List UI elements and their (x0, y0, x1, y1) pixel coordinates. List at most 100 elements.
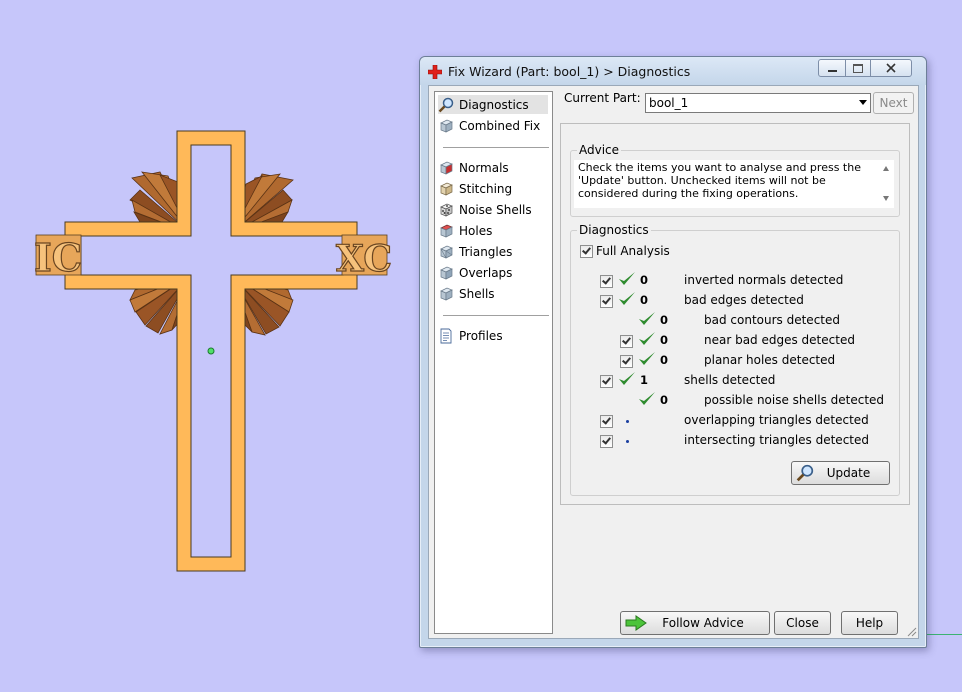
nav-item-label: Combined Fix (459, 118, 541, 133)
row-label: shells detected (684, 373, 776, 387)
row-label: bad edges detected (684, 293, 804, 307)
right-lettering-block: XC (335, 234, 393, 281)
row-label: near bad edges detected (704, 333, 855, 347)
row-checkbox[interactable] (600, 415, 613, 428)
row-checkbox[interactable] (600, 275, 613, 288)
nav-item-shells[interactable]: Shells (438, 284, 548, 303)
row-checkbox[interactable] (620, 355, 633, 368)
nav-item-label: Diagnostics (459, 97, 529, 112)
nav-item-label: Noise Shells (459, 202, 532, 217)
close-window-button[interactable] (870, 59, 912, 77)
diagnostics-panel: Advice Check the items you want to analy… (560, 123, 910, 505)
nav-item-stitching[interactable]: Stitching (438, 179, 548, 198)
axis-line (926, 634, 962, 635)
next-button[interactable]: Next (873, 92, 914, 114)
row-count: 0 (660, 333, 669, 347)
check-icon (639, 392, 655, 405)
help-button-label: Help (855, 616, 884, 630)
current-part-value: bool_1 (649, 96, 689, 110)
nav-item-normals[interactable]: Normals (438, 158, 548, 177)
svg-text:XC: XC (336, 238, 392, 280)
normals-cube-icon (440, 161, 453, 175)
row-label: possible noise shells detected (704, 393, 885, 407)
stitching-cube-icon (440, 182, 453, 196)
minimize-button[interactable] (818, 59, 846, 77)
advice-text-box: Check the items you want to analyse and … (574, 160, 894, 208)
row-count: 0 (660, 313, 669, 327)
diagnostics-group-title: Diagnostics (577, 223, 651, 237)
check-icon (639, 312, 655, 325)
check-icon (639, 352, 655, 365)
wizard-nav-list: Diagnostics Combined Fix Normals Stitchi… (434, 91, 553, 634)
full-analysis-checkbox[interactable] (580, 245, 593, 258)
red-cross-icon (428, 65, 442, 79)
row-label: intersecting triangles detected (684, 433, 869, 447)
noise-dice-icon (440, 203, 453, 217)
nav-item-triangles[interactable]: Triangles (438, 242, 548, 261)
advice-text: Check the items you want to analyse and … (578, 161, 861, 200)
close-icon (886, 63, 896, 73)
follow-advice-button[interactable]: Follow Advice (620, 611, 770, 635)
chevron-down-icon (859, 100, 867, 105)
advice-group-title: Advice (577, 143, 622, 157)
check-icon (619, 292, 635, 305)
diagnostics-group: Diagnostics Full Analysis 0 inverted nor… (570, 223, 900, 496)
nav-item-label: Triangles (459, 244, 513, 259)
advice-scrollbar[interactable] (879, 160, 894, 208)
row-label: planar holes detected (704, 353, 836, 367)
resize-grip-icon[interactable] (905, 625, 917, 637)
row-checkbox[interactable] (600, 295, 613, 308)
nav-item-overlaps[interactable]: Overlaps (438, 263, 548, 282)
full-analysis-label: Full Analysis (596, 244, 670, 258)
nav-item-label: Shells (459, 286, 495, 301)
nav-item-label: Normals (459, 160, 509, 175)
nav-item-label: Profiles (459, 328, 503, 343)
pending-dot-icon (626, 440, 629, 443)
help-button[interactable]: Help (841, 611, 898, 635)
current-part-label: Current Part: (564, 91, 641, 105)
nav-item-label: Overlaps (459, 265, 513, 280)
magnifier-icon (438, 97, 454, 112)
cube-icon (440, 119, 453, 133)
minimize-icon (827, 69, 837, 72)
nav-separator (443, 147, 549, 148)
close-button[interactable]: Close (774, 611, 831, 635)
3d-viewport[interactable]: IC XC (0, 0, 420, 692)
title-bar[interactable]: Fix Wizard (Part: bool_1) > Diagnostics (420, 57, 926, 85)
row-count: 1 (640, 373, 649, 387)
row-checkbox[interactable] (600, 435, 613, 448)
nav-item-combined-fix[interactable]: Combined Fix (438, 116, 548, 135)
row-label: bad contours detected (704, 313, 840, 327)
pivot-marker (207, 347, 215, 355)
row-checkbox[interactable] (600, 375, 613, 388)
current-part-select[interactable]: bool_1 (645, 93, 871, 113)
nav-item-diagnostics[interactable]: Diagnostics (438, 95, 548, 114)
nav-item-label: Stitching (459, 181, 513, 196)
maximize-button[interactable] (845, 59, 871, 77)
row-count: 0 (640, 293, 649, 307)
follow-advice-label: Follow Advice (662, 616, 744, 630)
advice-group: Advice Check the items you want to analy… (570, 143, 900, 217)
row-label: inverted normals detected (684, 273, 844, 287)
next-button-label: Next (879, 96, 908, 110)
row-checkbox[interactable] (620, 335, 633, 348)
fix-wizard-window: Fix Wizard (Part: bool_1) > Diagnostics … (419, 56, 927, 648)
close-button-label: Close (786, 616, 819, 630)
nav-item-noise-shells[interactable]: Noise Shells (438, 200, 548, 219)
left-lettering-block: IC (33, 234, 82, 280)
row-count: 0 (660, 353, 669, 367)
nav-item-holes[interactable]: Holes (438, 221, 548, 240)
scroll-up-icon[interactable] (883, 166, 889, 171)
nav-item-profiles[interactable]: Profiles (438, 326, 548, 345)
wizard-client-area: Diagnostics Combined Fix Normals Stitchi… (428, 85, 919, 639)
svg-text:IC: IC (34, 235, 82, 280)
pending-dot-icon (626, 420, 629, 423)
nav-separator (443, 315, 549, 316)
row-count: 0 (660, 393, 669, 407)
magnifier-icon (796, 464, 814, 482)
document-icon (440, 328, 452, 343)
update-button[interactable]: Update (791, 461, 890, 485)
update-button-label: Update (826, 466, 871, 480)
check-icon (619, 272, 635, 285)
scroll-down-icon[interactable] (883, 196, 889, 201)
